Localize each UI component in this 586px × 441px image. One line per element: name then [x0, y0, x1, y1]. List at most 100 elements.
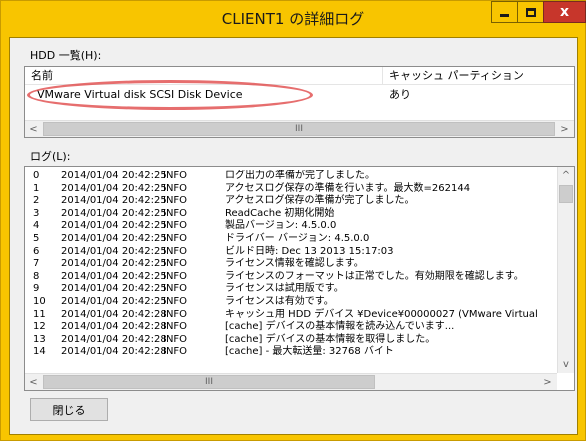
log-line-number: 10 [33, 295, 46, 307]
close-icon: x [559, 4, 570, 20]
log-level: INFO [163, 182, 188, 194]
log-line-number: 0 [33, 170, 40, 181]
log-message: ドライバー バージョン: 4.5.0.0 [225, 232, 370, 244]
log-timestamp: 2014/01/04 20:42:25 [61, 270, 167, 282]
minimize-button[interactable] [491, 1, 518, 23]
maximize-icon [525, 7, 536, 17]
log-line[interactable]: 3 2014/01/04 20:42:25 INFO ReadCache 初期化開始 [31, 208, 555, 221]
log-message: ReadCache 初期化開始 [225, 207, 335, 219]
scroll-thumb[interactable]: III [43, 122, 555, 136]
log-line-number: 11 [33, 308, 46, 320]
log-message: ビルド日時: Dec 13 2013 15:17:03 [225, 245, 394, 257]
log-line-number: 2 [33, 195, 40, 207]
scroll-right-button[interactable]: > [539, 374, 556, 390]
log-level: INFO [163, 308, 188, 320]
log-message: ライセンス情報を確認します。 [225, 258, 364, 270]
close-button[interactable]: 閉じる [30, 398, 108, 421]
log-timestamp: 2014/01/04 20:42:28 [61, 321, 167, 333]
log-level: INFO [163, 220, 188, 232]
log-timestamp: 2014/01/04 20:42:28 [61, 346, 167, 358]
log-line[interactable]: 5 2014/01/04 20:42:25 INFO ドライバー バージョン: 4.5… [31, 233, 555, 246]
scroll-left-button[interactable]: < [25, 121, 42, 137]
log-message: 製品バージョン: 4.5.0.0 [225, 220, 337, 232]
log-timestamp: 2014/01/04 20:42:25 [61, 258, 167, 270]
log-line[interactable]: 2 2014/01/04 20:42:25 INFO アクセスログ保存の準備が完了しま… [31, 195, 555, 208]
log-level: INFO [163, 283, 188, 295]
log-line-number: 3 [33, 207, 40, 219]
log-timestamp: 2014/01/04 20:42:28 [61, 333, 167, 345]
hdd-list[interactable]: 名前 キャッシュ パーティション VMware Virtual disk SCS… [24, 66, 575, 138]
maximize-button[interactable] [517, 1, 544, 23]
hdd-horizontal-scrollbar[interactable]: < III > [25, 120, 574, 137]
log-message: [cache] - 最大転送量: 32768 バイト [225, 346, 394, 358]
log-line[interactable]: 8 2014/01/04 20:42:25 INFO ライセンスのフォーマットは正常で… [31, 271, 555, 284]
log-message: ライセンスは有効です。 [225, 295, 334, 307]
log-horizontal-scrollbar[interactable]: < III > [25, 373, 557, 390]
log-label: ログ(L): [30, 150, 71, 163]
log-level: INFO [163, 333, 188, 345]
log-line-number: 7 [33, 258, 40, 270]
log-level: INFO [163, 270, 188, 282]
log-line[interactable]: 12 2014/01/04 20:42:28 INFO [cache] デバイスの基本… [31, 321, 555, 334]
log-line[interactable]: 6 2014/01/04 20:42:25 INFO ビルド日時: Dec 13 20… [31, 246, 555, 259]
log-line[interactable]: 4 2014/01/04 20:42:25 INFO 製品バージョン: 4.5.0.0 [31, 220, 555, 233]
scroll-down-button[interactable]: v [558, 356, 574, 373]
log-timestamp: 2014/01/04 20:42:25 [61, 207, 167, 219]
log-timestamp: 2014/01/04 20:42:25 [61, 283, 167, 295]
log-level: INFO [163, 258, 188, 270]
log-message: キャッシュ用 HDD デバイス ¥Device¥00000027 (VMware… [225, 308, 538, 320]
log-line[interactable]: 0 2014/01/04 20:42:25 INFO ログ出力の準備が完了しました。 [31, 170, 555, 183]
log-timestamp: 2014/01/04 20:42:25 [61, 170, 167, 181]
log-line-number: 8 [33, 270, 40, 282]
log-message: ライセンスは試用版です。 [225, 283, 344, 295]
log-timestamp: 2014/01/04 20:42:25 [61, 182, 167, 194]
scroll-right-button[interactable]: > [556, 121, 573, 137]
column-header-cache-partition[interactable]: キャッシュ パーティション [383, 67, 574, 85]
log-timestamp: 2014/01/04 20:42:28 [61, 308, 167, 320]
log-message: [cache] デバイスの基本情報を読み込んでいます... [225, 321, 455, 333]
log-line[interactable]: 13 2014/01/04 20:42:28 INFO [cache] デバイスの基本… [31, 334, 555, 347]
log-timestamp: 2014/01/04 20:42:25 [61, 245, 167, 257]
log-list[interactable]: 0 2014/01/04 20:42:25 INFO ログ出力の準備が完了しました。 1… [24, 166, 575, 391]
log-message: ライセンスのフォーマットは正常でした。有効期限を確認します。 [225, 270, 524, 282]
log-timestamp: 2014/01/04 20:42:25 [61, 295, 167, 307]
log-line[interactable]: 7 2014/01/04 20:42:25 INFO ライセンス情報を確認します。 [31, 258, 555, 271]
log-timestamp: 2014/01/04 20:42:25 [61, 195, 167, 207]
log-line[interactable]: 10 2014/01/04 20:42:25 INFO ライセンスは有効です。 [31, 296, 555, 309]
log-level: INFO [163, 321, 188, 333]
log-line-number: 4 [33, 220, 40, 232]
log-level: INFO [163, 207, 188, 219]
minimize-icon [500, 13, 509, 17]
log-line[interactable]: 9 2014/01/04 20:42:25 INFO ライセンスは試用版です。 [31, 283, 555, 296]
hdd-cache-partition: あり [389, 88, 411, 101]
log-line-number: 12 [33, 321, 46, 333]
log-level: INFO [163, 245, 188, 257]
log-line[interactable]: 14 2014/01/04 20:42:28 INFO [cache] - 最大転送量… [31, 346, 555, 359]
highlight-ellipse [27, 80, 313, 110]
title-bar[interactable]: CLIENT1 の詳細ログ x [1, 1, 586, 37]
scroll-up-button[interactable]: ^ [558, 167, 574, 184]
scroll-thumb[interactable]: III [43, 375, 375, 389]
log-lines: 0 2014/01/04 20:42:25 INFO ログ出力の準備が完了しました。 1… [31, 170, 555, 373]
log-timestamp: 2014/01/04 20:42:25 [61, 232, 167, 244]
log-level: INFO [163, 195, 188, 207]
log-message: ログ出力の準備が完了しました。 [225, 170, 375, 181]
scroll-left-button[interactable]: < [25, 374, 42, 390]
hdd-list-label: HDD 一覧(H): [30, 49, 102, 62]
log-message: アクセスログ保存の準備を行います。最大数=262144 [225, 182, 471, 194]
log-message: [cache] デバイスの基本情報を取得しました。 [225, 333, 436, 345]
log-level: INFO [163, 232, 188, 244]
log-line-number: 6 [33, 245, 40, 257]
log-line-number: 9 [33, 283, 40, 295]
log-level: INFO [163, 295, 188, 307]
log-line-number: 1 [33, 182, 40, 194]
window-close-button[interactable]: x [543, 1, 586, 23]
log-line[interactable]: 11 2014/01/04 20:42:28 INFO キャッシュ用 HDD デバイス… [31, 309, 555, 322]
log-line-number: 5 [33, 232, 40, 244]
log-line[interactable]: 1 2014/01/04 20:42:25 INFO アクセスログ保存の準備を行います… [31, 183, 555, 196]
log-vertical-scrollbar[interactable]: ^ v [557, 167, 574, 373]
scroll-thumb[interactable] [559, 185, 573, 203]
log-timestamp: 2014/01/04 20:42:25 [61, 220, 167, 232]
log-line-number: 14 [33, 346, 46, 358]
log-line-number: 13 [33, 333, 46, 345]
